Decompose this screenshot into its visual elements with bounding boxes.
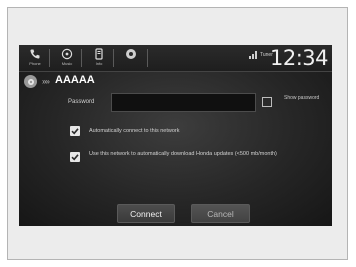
nav-item-info[interactable]: Info — [88, 48, 110, 68]
divider — [113, 49, 114, 67]
auto-connect-checkbox[interactable] — [70, 126, 80, 136]
nav-item-label: Music — [61, 61, 73, 66]
page-title: AAAAA — [55, 74, 95, 86]
signal-icon — [249, 51, 257, 59]
auto-connect-label: Automatically connect to this network — [89, 128, 180, 134]
nav-item-music[interactable]: Music — [56, 48, 78, 68]
connect-button[interactable]: Connect — [117, 204, 175, 223]
info-icon — [95, 48, 103, 60]
nav-item-settings[interactable] — [120, 48, 142, 68]
password-input[interactable] — [111, 93, 256, 112]
auto-update-checkbox[interactable] — [70, 152, 80, 162]
auto-update-label: Use this network to automatically downlo… — [89, 151, 277, 157]
divider — [81, 49, 82, 67]
divider — [49, 49, 50, 67]
clock: 12:34 — [269, 46, 329, 70]
nav-item-label: Phone — [29, 61, 41, 66]
breadcrumb-chevrons: »» — [42, 77, 50, 86]
back-button[interactable] — [24, 75, 37, 88]
show-password-label: Show password — [284, 95, 320, 101]
gear-icon — [27, 78, 34, 85]
infotainment-screen: Phone Music Info Tuner 12:34 »» AAAAA Pa… — [19, 45, 332, 226]
music-icon — [61, 48, 73, 60]
phone-icon — [30, 49, 40, 59]
checkmark-icon — [71, 128, 79, 135]
cancel-button[interactable]: Cancel — [191, 204, 250, 223]
password-label: Password — [68, 99, 95, 105]
checkmark-icon — [71, 154, 79, 161]
nav-item-label: Info — [95, 61, 103, 66]
show-password-checkbox[interactable] — [262, 97, 272, 107]
settings-icon — [126, 49, 136, 59]
divider — [147, 49, 148, 67]
status-bar: Phone Music Info Tuner 12:34 — [19, 45, 332, 72]
nav-item-phone[interactable]: Phone — [24, 48, 46, 68]
